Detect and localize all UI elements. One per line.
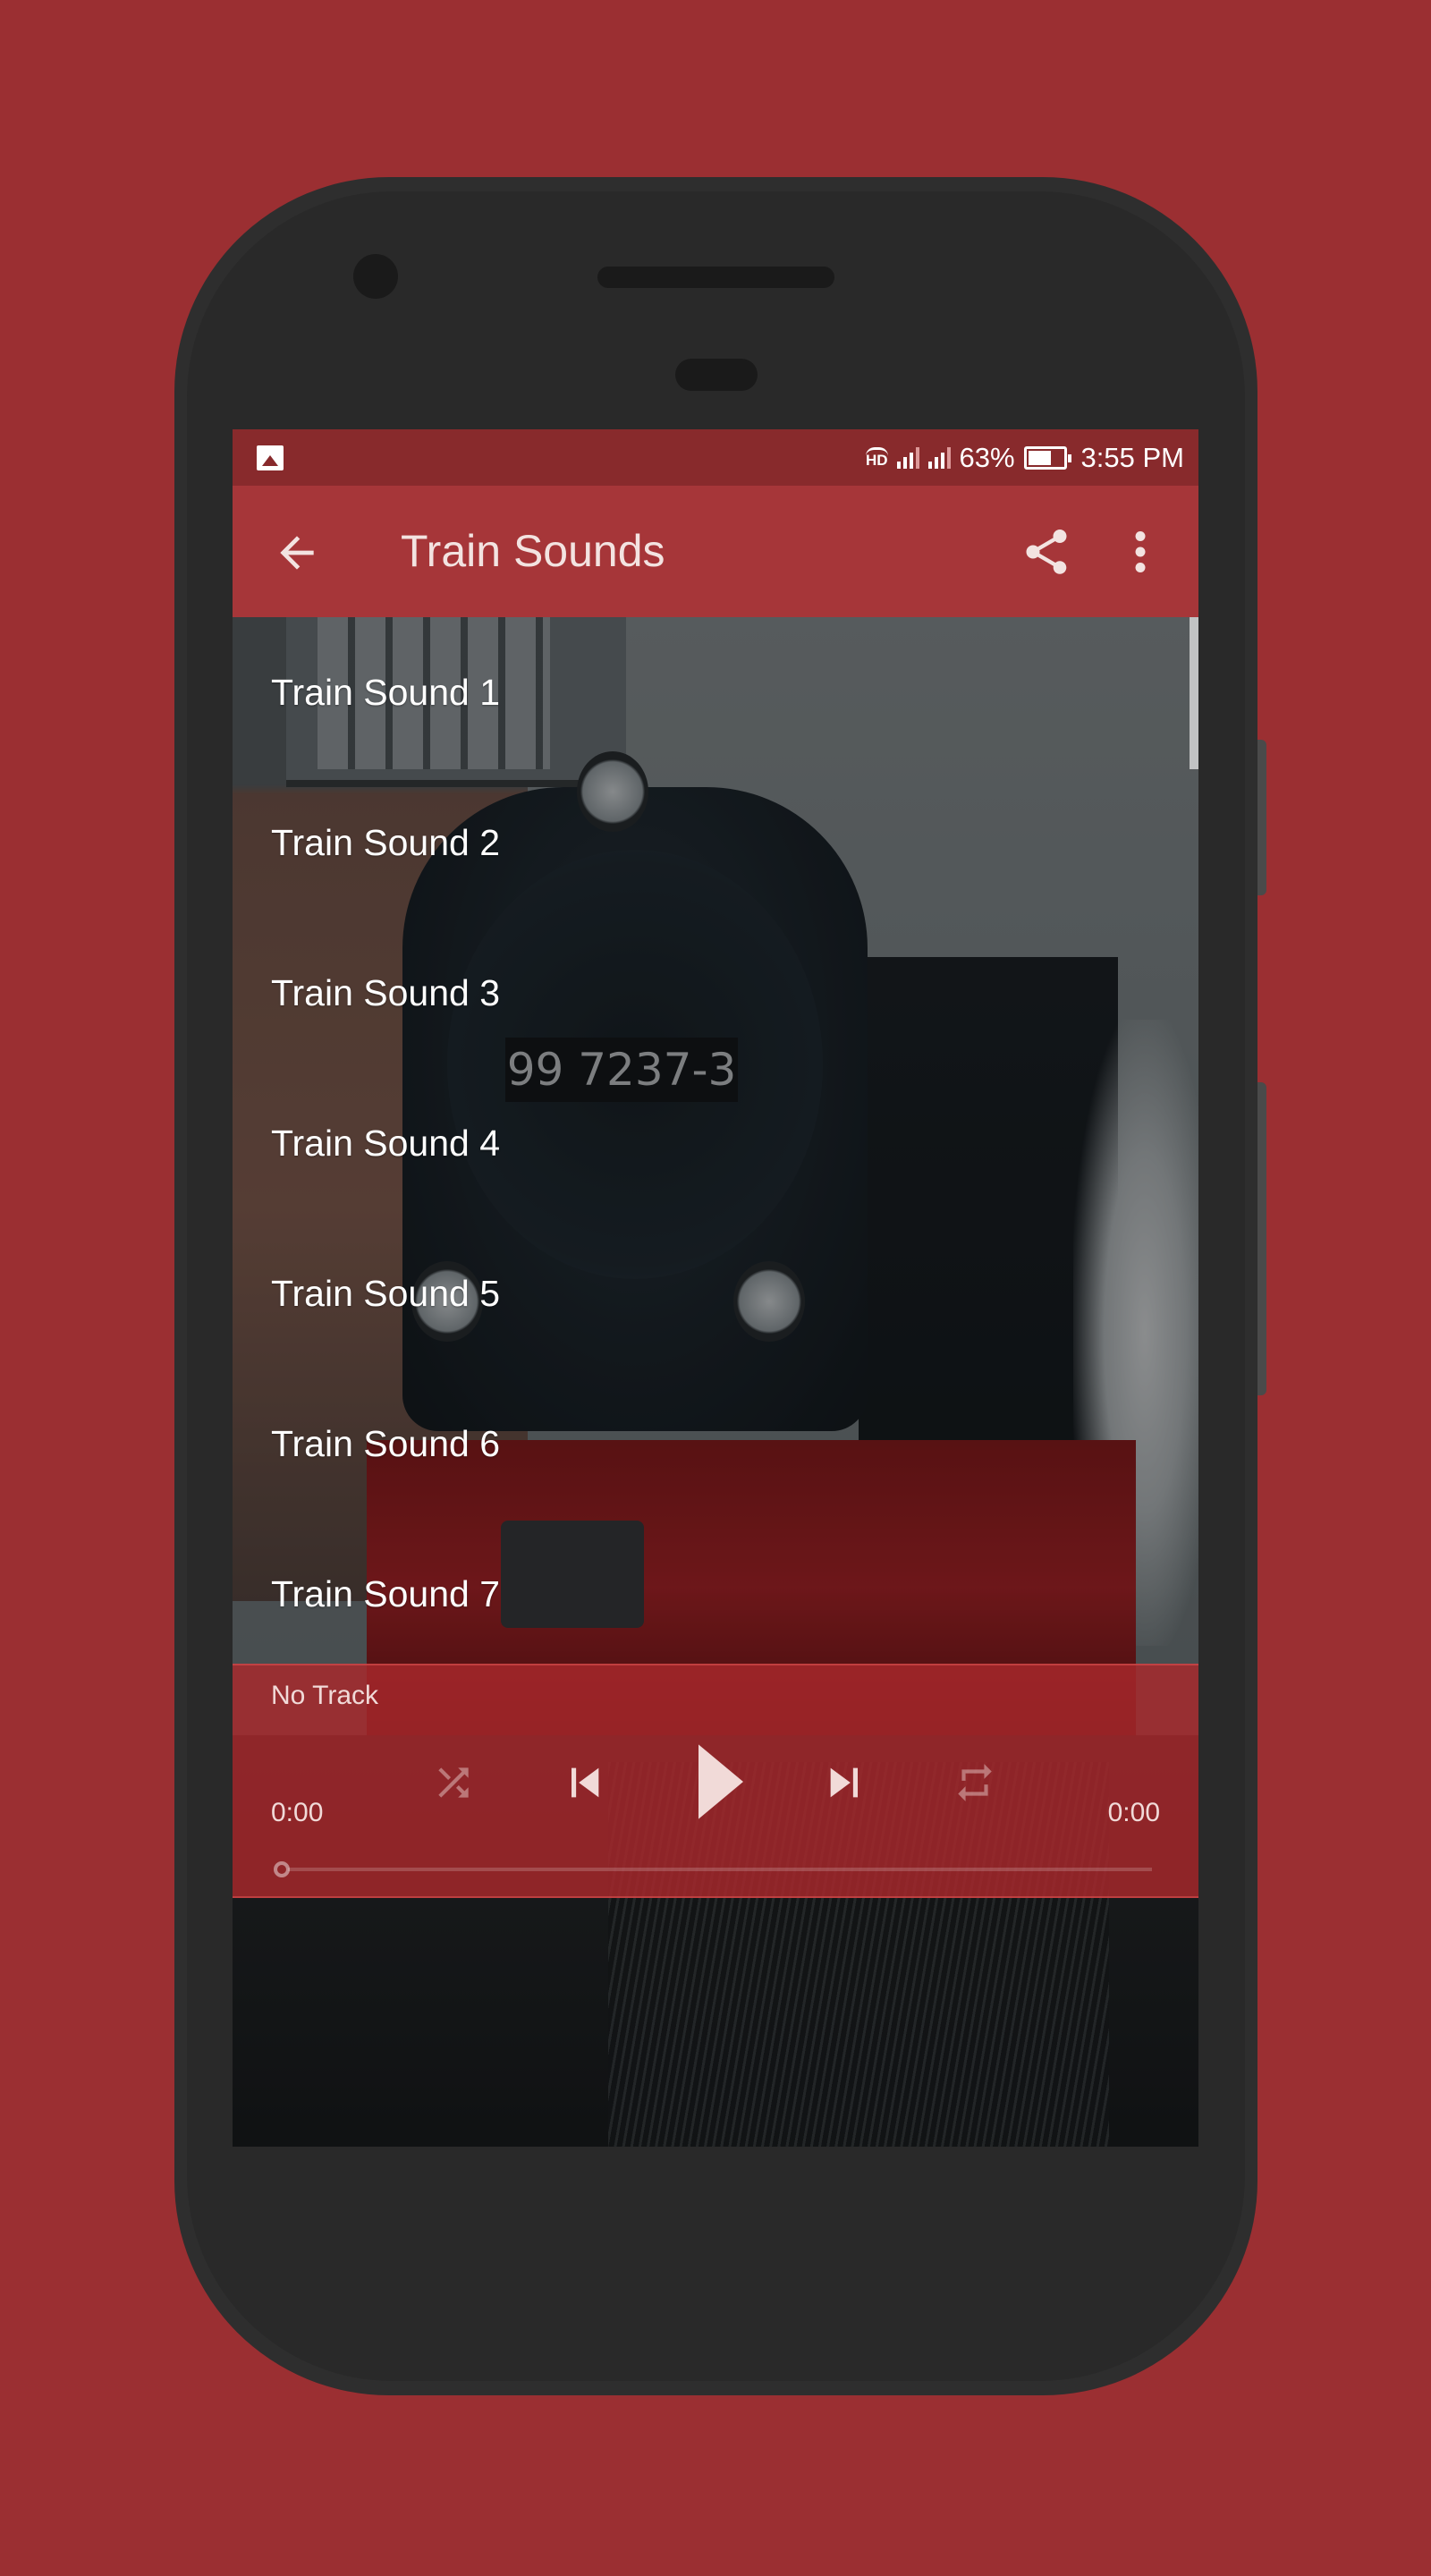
- status-bar: HD 63% 3:55 PM: [233, 429, 1198, 486]
- earpiece-speaker: [597, 267, 834, 288]
- front-camera: [353, 254, 398, 299]
- shuffle-icon[interactable]: [431, 1760, 476, 1805]
- battery-percent: 63%: [959, 441, 1015, 473]
- hd-call-icon: HD: [865, 447, 888, 468]
- seek-bar[interactable]: [288, 1868, 1152, 1871]
- clock: 3:55 PM: [1080, 441, 1184, 473]
- skip-previous-icon[interactable]: [559, 1755, 609, 1810]
- player-panel: No Track 0:00 0:00: [233, 1664, 1198, 1898]
- signal-sim1-icon: [896, 446, 919, 469]
- list-item[interactable]: Train Sound 6: [233, 1368, 1181, 1519]
- power-button: [1257, 740, 1266, 895]
- list-item[interactable]: Train Sound 2: [233, 767, 1181, 918]
- page-title: Train Sounds: [401, 526, 665, 576]
- share-icon[interactable]: [1020, 525, 1073, 579]
- signal-sim2-icon: [927, 446, 951, 469]
- list-scrollbar[interactable]: [1190, 617, 1198, 769]
- image-notification-icon: [257, 445, 284, 470]
- repeat-icon[interactable]: [953, 1755, 997, 1810]
- now-playing-title: No Track: [271, 1681, 379, 1710]
- total-time: 0:00: [1107, 1798, 1160, 1827]
- app-bar: Train Sounds: [233, 486, 1198, 617]
- current-time: 0:00: [271, 1798, 324, 1827]
- list-item[interactable]: Train Sound 4: [233, 1068, 1181, 1218]
- list-item[interactable]: Train Sound 3: [233, 918, 1181, 1068]
- list-item[interactable]: Train Sound 7: [233, 1519, 1181, 1669]
- arrow-back-icon[interactable]: [272, 528, 322, 578]
- skip-next-icon[interactable]: [820, 1755, 870, 1810]
- list-item[interactable]: Train Sound 5: [233, 1218, 1181, 1368]
- app-screen: 99 7237-3 HD 63% 3:55 PM Train Sounds Tr…: [233, 429, 1198, 2147]
- volume-button: [1257, 1082, 1266, 1395]
- seek-thumb[interactable]: [274, 1861, 290, 1877]
- battery-icon: [1023, 445, 1071, 470]
- more-vert-icon[interactable]: [1122, 525, 1158, 579]
- proximity-sensor: [675, 359, 758, 391]
- play-icon[interactable]: [691, 1737, 750, 1826]
- list-item[interactable]: Train Sound 1: [233, 617, 1181, 767]
